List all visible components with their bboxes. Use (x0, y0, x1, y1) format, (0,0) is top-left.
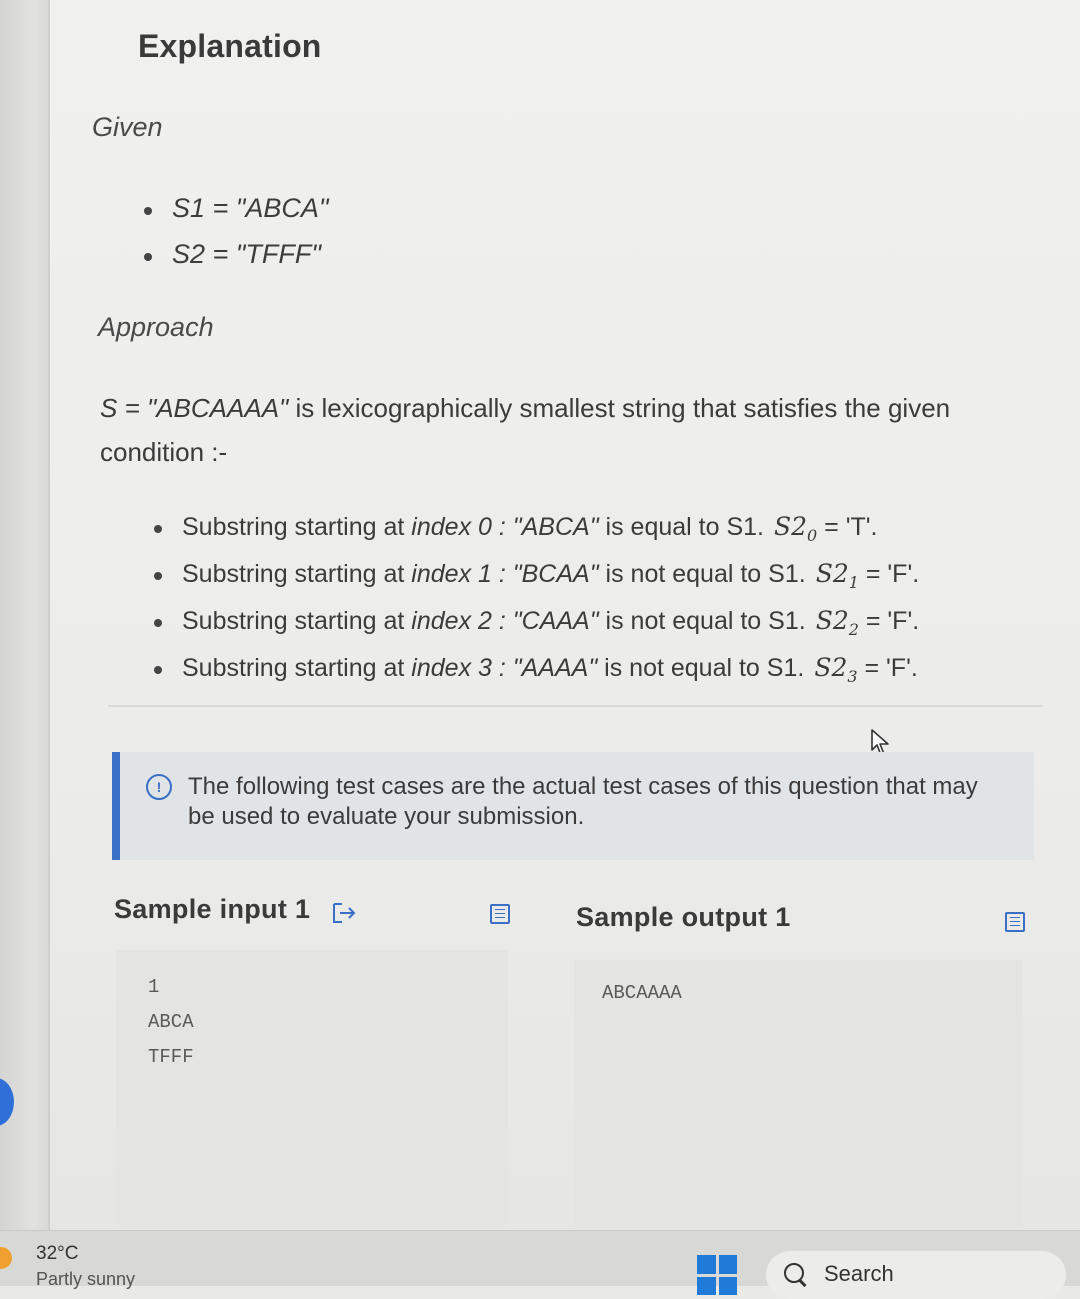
math-var: S2 (815, 606, 849, 635)
copy-output-icon[interactable] (1005, 912, 1025, 932)
substring-math: S23 (814, 653, 857, 686)
substring-item: Substring starting at index 1 : "BCAA" i… (150, 552, 919, 599)
output-line: ABCAAAA (602, 982, 682, 1004)
taskbar: 32°C Partly sunny Search (0, 1230, 1080, 1299)
substring-index: index 0 (411, 513, 492, 541)
math-var: S2 (814, 653, 848, 682)
given-item: S1 = "ABCA" (140, 188, 329, 234)
search-icon (784, 1263, 804, 1283)
section-divider (108, 705, 1043, 707)
taskbar-search[interactable]: Search (766, 1251, 1066, 1299)
windows-start-icon[interactable] (697, 1255, 737, 1295)
test-case-notice: ! The following test cases are the actua… (112, 752, 1034, 860)
substring-math: S20 (773, 512, 817, 545)
math-sub: 0 (807, 526, 818, 545)
sample-output-title: Sample output 1 (576, 902, 791, 932)
given-item: S2 = "TFFF" (140, 234, 329, 280)
substring-index: index 3 (411, 654, 492, 682)
substring-lead: Substring starting at (182, 513, 412, 541)
substring-quoted: : "BCAA" (491, 560, 599, 588)
substring-quoted: : "AAAA" (491, 654, 598, 682)
substring-rest: is equal to S1. (598, 513, 764, 541)
given-label: Given (92, 112, 163, 142)
math-sub: 3 (847, 667, 858, 686)
weather-description[interactable]: Partly sunny (36, 1269, 135, 1290)
substring-lead: Substring starting at (182, 607, 412, 635)
math-sub: 2 (848, 620, 859, 639)
substring-rest: is not equal to S1. (597, 654, 805, 682)
substring-quoted: : "CAAA" (491, 607, 599, 635)
substring-result: = 'F'. (858, 607, 920, 635)
approach-string: S = "ABCAAAA" (100, 393, 289, 423)
substring-lead: Substring starting at (182, 654, 412, 682)
input-line: 1 (148, 976, 160, 998)
math-sub: 1 (848, 573, 859, 592)
substring-lead: Substring starting at (182, 560, 412, 588)
input-line: TFFF (148, 1046, 194, 1068)
substring-list: Substring starting at index 0 : "ABCA" i… (150, 505, 919, 693)
substring-rest: is not equal to S1. (598, 607, 806, 635)
math-var: S2 (773, 512, 808, 541)
search-label: Search (824, 1261, 894, 1286)
substring-result: = 'T'. (817, 513, 878, 541)
explanation-title: Explanation (138, 28, 322, 64)
substring-math: S22 (815, 606, 859, 639)
substring-index: index 1 (411, 560, 492, 588)
substring-item: Substring starting at index 2 : "CAAA" i… (150, 599, 919, 646)
substring-item: Substring starting at index 3 : "AAAA" i… (150, 646, 919, 693)
substring-rest: is not equal to S1. (598, 560, 806, 588)
substring-math: S21 (815, 559, 859, 592)
sample-input-title: Sample input 1 (114, 894, 311, 924)
weather-temperature[interactable]: 32°C (36, 1243, 78, 1265)
input-line: ABCA (148, 1011, 194, 1033)
math-var: S2 (815, 559, 849, 588)
sample-output-box: ABCAAAA (574, 960, 1022, 1228)
left-window-edge (0, 0, 50, 1230)
substring-index: index 2 (411, 607, 492, 635)
weather-sun-icon[interactable] (0, 1247, 12, 1269)
copy-input-icon[interactable] (490, 904, 510, 924)
approach-text: S = "ABCAAAA" is lexicographically small… (100, 386, 1000, 474)
substring-item: Substring starting at index 0 : "ABCA" i… (150, 505, 919, 552)
notice-text: The following test cases are the actual … (188, 773, 978, 830)
substring-result: = 'F'. (858, 560, 920, 588)
open-external-icon[interactable] (332, 902, 358, 924)
substring-quoted: : "ABCA" (491, 513, 599, 541)
sample-input-box: 1 ABCA TFFF (116, 950, 508, 1225)
explanation-page: Explanation Given S1 = "ABCA" S2 = "TFFF… (50, 0, 1080, 1230)
approach-label: Approach (98, 312, 214, 342)
given-list: S1 = "ABCA" S2 = "TFFF" (140, 188, 329, 280)
substring-result: = 'F'. (857, 654, 918, 682)
info-icon: ! (146, 774, 172, 800)
